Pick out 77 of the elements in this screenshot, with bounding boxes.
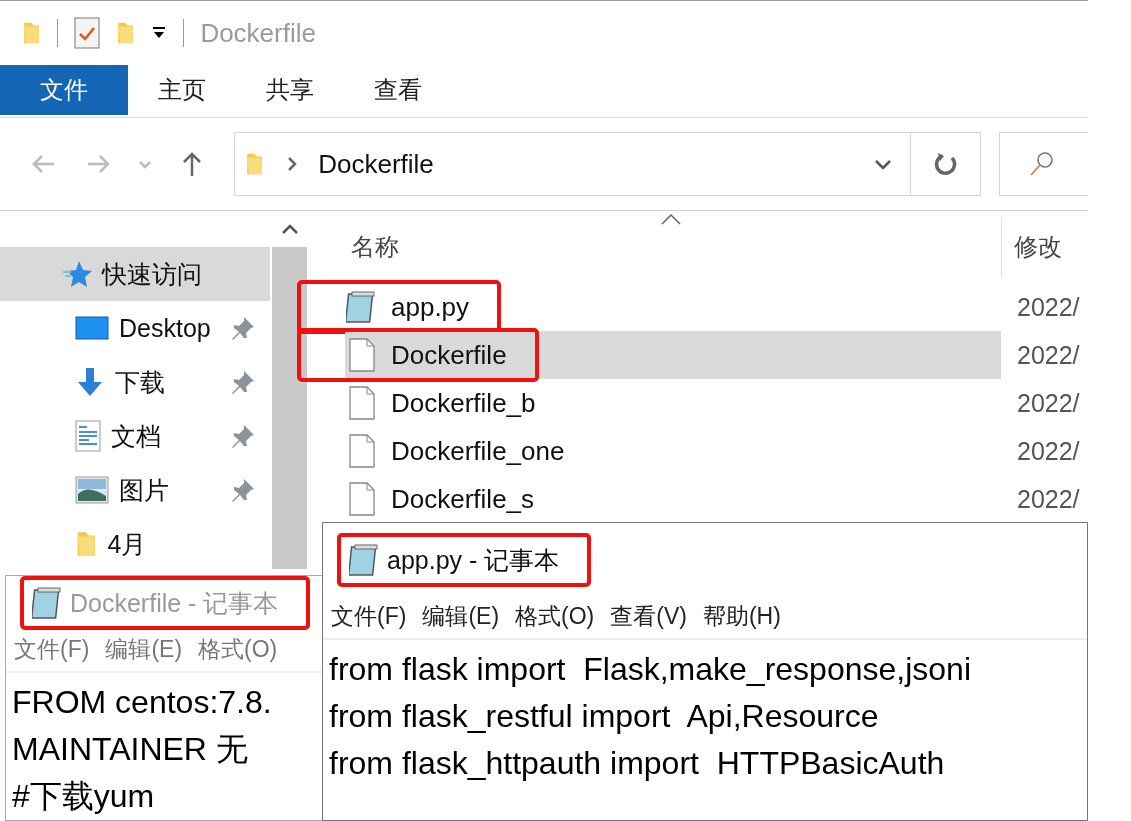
file-icon bbox=[349, 338, 375, 372]
code-line: FROM centos:7.8. bbox=[12, 683, 273, 722]
file-icon bbox=[349, 386, 375, 420]
modified-date: 2022/ bbox=[1017, 436, 1080, 466]
nav-item[interactable]: Desktop bbox=[0, 301, 270, 355]
file-name[interactable]: Dockerfile_s bbox=[391, 483, 535, 515]
file-icon bbox=[349, 482, 375, 516]
folder-icon bbox=[75, 530, 98, 558]
modified-date: 2022/ bbox=[1017, 388, 1080, 418]
menu-item[interactable]: 文件(F) bbox=[14, 634, 90, 665]
notepad-icon bbox=[32, 586, 64, 620]
pin-icon[interactable] bbox=[230, 315, 256, 341]
sort-ascending-icon bbox=[660, 213, 682, 225]
ribbon-tab[interactable]: 共享 bbox=[236, 65, 344, 115]
file-name[interactable]: Dockerfile_b bbox=[391, 387, 536, 419]
search-icon bbox=[1028, 150, 1056, 178]
chevron-down-icon bbox=[138, 159, 152, 169]
document-icon bbox=[75, 420, 101, 452]
download-arrow-icon bbox=[75, 367, 105, 397]
ribbon-tab[interactable]: 文件 bbox=[0, 65, 128, 115]
notepad-icon bbox=[346, 290, 378, 324]
folder-icon bbox=[116, 21, 136, 45]
menu-item[interactable]: 格式(O) bbox=[515, 601, 595, 632]
window-title: Dockerfile - 记事本 bbox=[70, 587, 279, 619]
scroll-up-icon bbox=[280, 223, 299, 235]
nav-label: 下载 bbox=[115, 366, 166, 398]
modified-date: 2022/ bbox=[1017, 292, 1080, 322]
scrollbar[interactable] bbox=[272, 211, 307, 569]
nav-label: 图片 bbox=[119, 474, 170, 506]
menu-item[interactable]: 文件(F) bbox=[331, 601, 407, 632]
modified-date: 2022/ bbox=[1017, 484, 1080, 514]
code-line: from flask_restful import Api,Resource bbox=[329, 697, 880, 736]
code-line: from flask import Flask,make_response,jsoni bbox=[329, 650, 972, 689]
folder-icon bbox=[245, 152, 265, 176]
nav-label: 4月 bbox=[107, 528, 148, 560]
nav-item[interactable]: 图片 bbox=[0, 463, 270, 517]
file-icon bbox=[349, 434, 375, 468]
notepad-icon bbox=[349, 543, 381, 577]
file-name[interactable]: Dockerfile bbox=[391, 339, 507, 371]
column-header[interactable]: 修改 bbox=[1001, 217, 1062, 277]
menu-item[interactable]: 帮助(H) bbox=[702, 601, 781, 632]
search-field[interactable] bbox=[999, 132, 1088, 196]
selected-row-highlight[interactable] bbox=[345, 331, 1001, 379]
pin-icon[interactable] bbox=[230, 423, 256, 449]
modified-date: 2022/ bbox=[1017, 340, 1080, 370]
nav-label: 文档 bbox=[111, 420, 162, 452]
nav-label: 快速访问 bbox=[102, 258, 203, 290]
file-name[interactable]: app.py bbox=[391, 291, 470, 323]
nav-item[interactable]: 下载 bbox=[0, 355, 270, 409]
file-name[interactable]: Dockerfile_one bbox=[391, 435, 565, 467]
column-header[interactable]: 名称 bbox=[351, 231, 1001, 263]
pictures-icon bbox=[75, 476, 109, 504]
window-title: app.py - 记事本 bbox=[387, 544, 560, 576]
nav-item[interactable]: 文档 bbox=[0, 409, 270, 463]
folder-icon bbox=[22, 21, 42, 45]
pin-icon[interactable] bbox=[230, 477, 256, 503]
nav-item[interactable]: 快速访问 bbox=[0, 247, 270, 301]
window-title: Dockerfile bbox=[200, 17, 316, 49]
properties-icon[interactable] bbox=[74, 17, 101, 49]
code-line: MAINTAINER 无 bbox=[12, 730, 249, 769]
address-path: Dockerfile bbox=[318, 148, 435, 180]
ribbon-tab[interactable]: 查看 bbox=[344, 65, 452, 115]
star-icon bbox=[62, 260, 92, 288]
menu-item[interactable]: 格式(O) bbox=[198, 634, 278, 665]
chevron-down-icon bbox=[874, 158, 892, 170]
menu-item[interactable]: 编辑(E) bbox=[105, 634, 183, 665]
dropdown-caret-icon[interactable] bbox=[151, 26, 168, 40]
code-line: #下载yum bbox=[12, 777, 156, 816]
ribbon-tab[interactable]: 主页 bbox=[128, 65, 236, 115]
pin-icon[interactable] bbox=[230, 369, 256, 395]
menu-item[interactable]: 编辑(E) bbox=[422, 601, 500, 632]
desktop-icon bbox=[75, 315, 109, 341]
menu-item[interactable]: 查看(V) bbox=[610, 601, 687, 632]
nav-item[interactable]: 4月 bbox=[0, 517, 270, 571]
nav-label: Desktop bbox=[119, 313, 212, 343]
address-bar[interactable]: Dockerfile bbox=[234, 132, 981, 196]
code-line: from flask_httpauth import HTTPBasicAuth bbox=[329, 744, 946, 783]
